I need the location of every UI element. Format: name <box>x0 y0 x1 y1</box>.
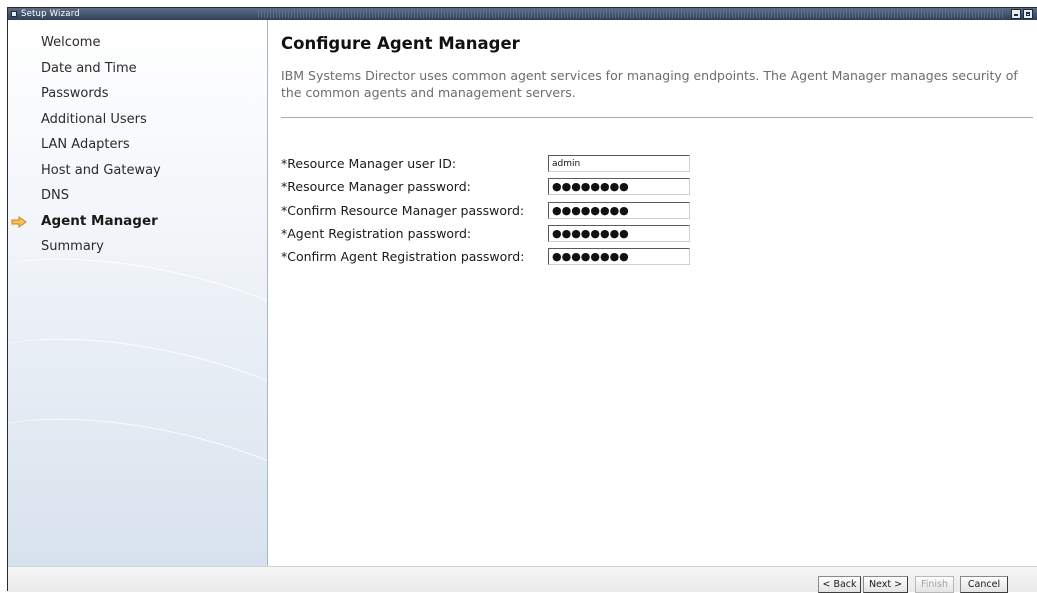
agent-registration-password-input[interactable] <box>548 225 690 242</box>
step-label: Summary <box>41 239 104 254</box>
resource-manager-user-id-input[interactable] <box>548 155 690 172</box>
page-title: Configure Agent Manager <box>281 34 520 53</box>
title-bar-grip <box>258 10 1003 18</box>
cancel-button[interactable]: Cancel <box>960 576 1008 593</box>
step-label: Additional Users <box>41 111 147 127</box>
maximize-icon[interactable] <box>1023 9 1033 19</box>
wizard-step-list: Welcome Date and Time Passwords Addition… <box>8 30 161 260</box>
main-panel: Configure Agent Manager IBM Systems Dire… <box>269 20 1037 566</box>
step-label: Agent Manager <box>41 212 158 229</box>
back-button[interactable]: < Back <box>818 576 861 593</box>
step-label: Date and Time <box>41 60 137 76</box>
arrow-right-icon <box>11 215 27 228</box>
step-label: Welcome <box>41 35 101 50</box>
step-label: Passwords <box>41 86 109 101</box>
confirm-resource-manager-password-label: *Confirm Resource Manager password: <box>281 203 525 218</box>
step-host-and-gateway[interactable]: Host and Gateway <box>8 158 161 184</box>
step-lan-adapters[interactable]: LAN Adapters <box>8 132 161 158</box>
wizard-footer: < Back Next > Finish Cancel <box>8 566 1037 593</box>
setup-wizard-window: Setup Wizard Welcome Date and Time Passw… <box>7 7 1037 593</box>
agent-registration-password-label: *Agent Registration password: <box>281 226 472 241</box>
confirm-resource-manager-password-input[interactable] <box>548 202 690 219</box>
page-description: IBM Systems Director uses common agent s… <box>281 68 1018 100</box>
wizard-steps-sidebar: Welcome Date and Time Passwords Addition… <box>8 20 268 566</box>
step-label: DNS <box>41 188 69 203</box>
step-dns[interactable]: DNS <box>8 183 161 209</box>
window-menu-icon[interactable] <box>11 11 17 17</box>
resource-manager-password-label: *Resource Manager password: <box>281 179 471 194</box>
confirm-agent-registration-password-input[interactable] <box>548 248 690 265</box>
step-passwords[interactable]: Passwords <box>8 81 161 107</box>
step-welcome[interactable]: Welcome <box>8 30 161 56</box>
next-button[interactable]: Next > <box>863 576 908 593</box>
minimize-icon[interactable] <box>1011 9 1021 19</box>
confirm-agent-registration-password-label: *Confirm Agent Registration password: <box>281 249 525 264</box>
header-divider <box>281 117 1033 118</box>
step-date-and-time[interactable]: Date and Time <box>8 56 161 82</box>
title-bar[interactable]: Setup Wizard <box>8 8 1037 20</box>
window-title: Setup Wizard <box>21 9 80 19</box>
step-additional-users[interactable]: Additional Users <box>8 107 161 133</box>
resource-manager-password-input[interactable] <box>548 178 690 195</box>
step-label: Host and Gateway <box>41 162 161 178</box>
step-summary[interactable]: Summary <box>8 234 161 260</box>
step-label: LAN Adapters <box>41 137 130 152</box>
resource-manager-user-id-label: *Resource Manager user ID: <box>281 156 457 171</box>
finish-button[interactable]: Finish <box>915 576 954 593</box>
step-agent-manager[interactable]: Agent Manager <box>8 209 161 235</box>
